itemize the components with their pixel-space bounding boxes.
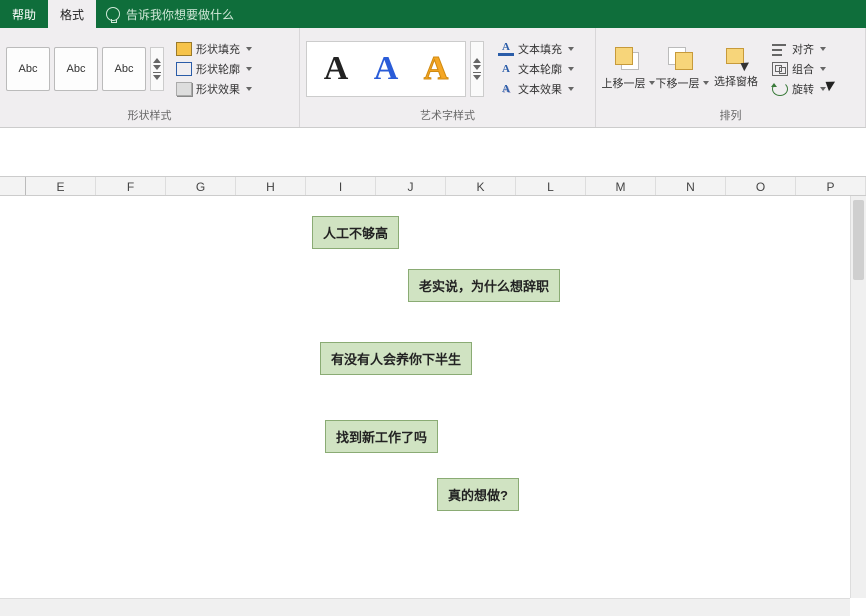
col-header[interactable]: P [796,177,866,195]
text-effects-button[interactable]: A文本效果 [496,80,576,98]
shape-textbox[interactable]: 找到新工作了吗 [325,420,438,453]
text-outline-button[interactable]: A文本轮廓 [496,60,576,78]
ribbon: Abc Abc Abc 形状填充 形状轮廓 形状效果 形状样式 A A A [0,28,866,128]
group-label-arrange: 排列 [602,105,859,125]
menu-help[interactable]: 帮助 [0,0,48,28]
col-header-edge[interactable] [0,177,26,195]
col-header[interactable]: I [306,177,376,195]
column-headers: E F G H I J K L M N O P [0,176,866,196]
shape-textbox[interactable]: 老实说，为什么想辞职 [408,269,560,302]
lightbulb-icon [106,7,120,21]
bring-forward-button[interactable]: 上移一层 [602,44,654,93]
pen-icon [176,62,192,76]
tell-me-search[interactable]: 告诉我你想要做什么 [96,0,244,28]
col-header[interactable]: H [236,177,306,195]
wordart-gallery[interactable]: A A A [306,41,466,97]
shape-style-preset-2[interactable]: Abc [54,47,98,91]
group-arrange: 上移一层 下移一层 选择窗格 对齐 组合 旋转 排列 [596,28,866,127]
group-button[interactable]: 组合 [770,60,828,78]
wordart-preset-2[interactable]: A [374,50,399,88]
col-header[interactable]: N [656,177,726,195]
bucket-icon [176,42,192,56]
group-label-shape-styles: 形状样式 [6,105,293,125]
bring-forward-icon [613,46,643,72]
vertical-scrollbar[interactable] [850,196,866,598]
cursor-icon [826,78,838,90]
scrollbar-thumb[interactable] [853,200,864,280]
shape-textbox[interactable]: 真的想做? [437,478,519,511]
col-header[interactable]: M [586,177,656,195]
group-label-wordart: 艺术字样式 [306,105,589,125]
shape-fill-button[interactable]: 形状填充 [174,40,254,58]
text-fill-button[interactable]: A文本填充 [496,40,576,58]
send-backward-button[interactable]: 下移一层 [656,44,708,93]
text-fill-icon: A [498,42,514,56]
worksheet[interactable]: E F G H I J K L M N O P 人工不够高 老实说，为什么想辞职… [0,128,866,616]
group-wordart-styles: A A A A文本填充 A文本轮廓 A文本效果 艺术字样式 [300,28,596,127]
col-header[interactable]: E [26,177,96,195]
group-icon [772,62,788,76]
wordart-preset-3[interactable]: A [424,50,449,88]
text-effects-icon: A [498,82,514,96]
shape-style-preset-1[interactable]: Abc [6,47,50,91]
menu-format[interactable]: 格式 [48,0,96,28]
col-header[interactable]: J [376,177,446,195]
shape-style-gallery-more[interactable] [150,47,164,91]
rotate-button[interactable]: 旋转 [770,80,828,98]
text-outline-icon: A [498,62,514,76]
effects-icon [176,82,192,96]
shape-outline-button[interactable]: 形状轮廓 [174,60,254,78]
selection-pane-button[interactable]: 选择窗格 [710,44,762,91]
col-header[interactable]: L [516,177,586,195]
send-backward-icon [667,46,697,72]
menubar: 帮助 格式 告诉我你想要做什么 [0,0,866,28]
shape-textbox[interactable]: 人工不够高 [312,216,399,249]
tell-me-label: 告诉我你想要做什么 [126,6,234,23]
col-header[interactable]: F [96,177,166,195]
shape-effects-button[interactable]: 形状效果 [174,80,254,98]
col-header[interactable]: G [166,177,236,195]
shape-textbox[interactable]: 有没有人会养你下半生 [320,342,472,375]
wordart-gallery-more[interactable] [470,41,484,97]
wordart-preset-1[interactable]: A [324,50,349,88]
col-header[interactable]: K [446,177,516,195]
shape-style-preset-3[interactable]: Abc [102,47,146,91]
col-header[interactable]: O [726,177,796,195]
align-button[interactable]: 对齐 [770,40,828,58]
rotate-icon [772,82,788,96]
align-icon [772,42,788,56]
selection-pane-icon [722,46,750,70]
horizontal-scrollbar[interactable] [0,598,850,616]
group-shape-styles: Abc Abc Abc 形状填充 形状轮廓 形状效果 形状样式 [0,28,300,127]
